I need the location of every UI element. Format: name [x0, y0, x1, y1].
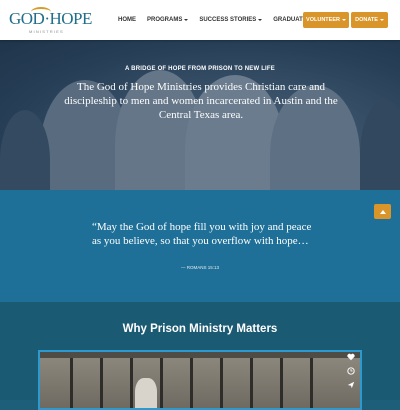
volunteer-label: VOLUNTEER [306, 17, 340, 23]
prison-bar [250, 352, 253, 408]
chevron-down-icon [341, 19, 346, 21]
nav-programs-label: PROGRAMS [147, 17, 183, 23]
hero-description: The God of Hope Ministries provides Chri… [64, 81, 338, 121]
nav-home-label: HOME [118, 17, 136, 23]
volunteer-button[interactable]: VOLUNTEER [303, 12, 349, 28]
prison-bar [280, 352, 283, 408]
site-logo[interactable]: GOD·HOPE MINISTRIES [9, 7, 92, 35]
video-figure [135, 378, 157, 408]
quote-section: “May the God of hope fill you with joy a… [0, 190, 400, 302]
prison-bar [310, 352, 313, 408]
main-nav: HOME PROGRAMS SUCCESS STORIES GRADUATES [118, 0, 328, 40]
prison-bar [160, 352, 163, 408]
heart-icon[interactable] [342, 350, 360, 364]
scroll-to-top-button[interactable] [374, 204, 391, 219]
video-top-edge [40, 352, 360, 358]
prison-bar [70, 352, 73, 408]
nav-success-stories[interactable]: SUCCESS STORIES [199, 17, 263, 23]
arrow-up-icon [379, 209, 386, 214]
prison-bar [190, 352, 193, 408]
nav-home[interactable]: HOME [118, 17, 136, 23]
chevron-down-icon [258, 19, 263, 21]
nav-programs[interactable]: PROGRAMS [147, 17, 189, 23]
nav-success-stories-label: SUCCESS STORIES [199, 17, 257, 23]
scripture-quote: “May the God of hope fill you with joy a… [92, 221, 312, 247]
send-icon[interactable] [342, 378, 360, 392]
hero-eyebrow: A BRIDGE OF HOPE FROM PRISON TO NEW LIFE [124, 66, 275, 72]
logo-wordmark: GOD·HOPE [9, 9, 92, 28]
prison-bar [100, 352, 103, 408]
section-title: Why Prison Ministry Matters [122, 323, 278, 335]
donate-button[interactable]: DONATE [351, 12, 388, 28]
ministry-section: Why Prison Ministry Matters [0, 302, 400, 410]
logo-tagline: MINISTRIES [29, 29, 64, 34]
chevron-down-icon [379, 19, 384, 21]
video-thumbnail [40, 352, 360, 408]
prison-bar [220, 352, 223, 408]
scripture-reference: — ROMANS 15:13 [180, 265, 219, 270]
clock-icon[interactable] [342, 364, 360, 378]
chevron-down-icon [184, 19, 189, 21]
video-actions [342, 350, 360, 398]
video-player[interactable] [38, 350, 362, 410]
prison-bar [130, 352, 133, 408]
donate-label: DONATE [355, 17, 378, 23]
hero-banner: A BRIDGE OF HOPE FROM PRISON TO NEW LIFE… [0, 40, 400, 190]
site-header: GOD·HOPE MINISTRIES HOME PROGRAMS SUCCES… [0, 0, 400, 40]
